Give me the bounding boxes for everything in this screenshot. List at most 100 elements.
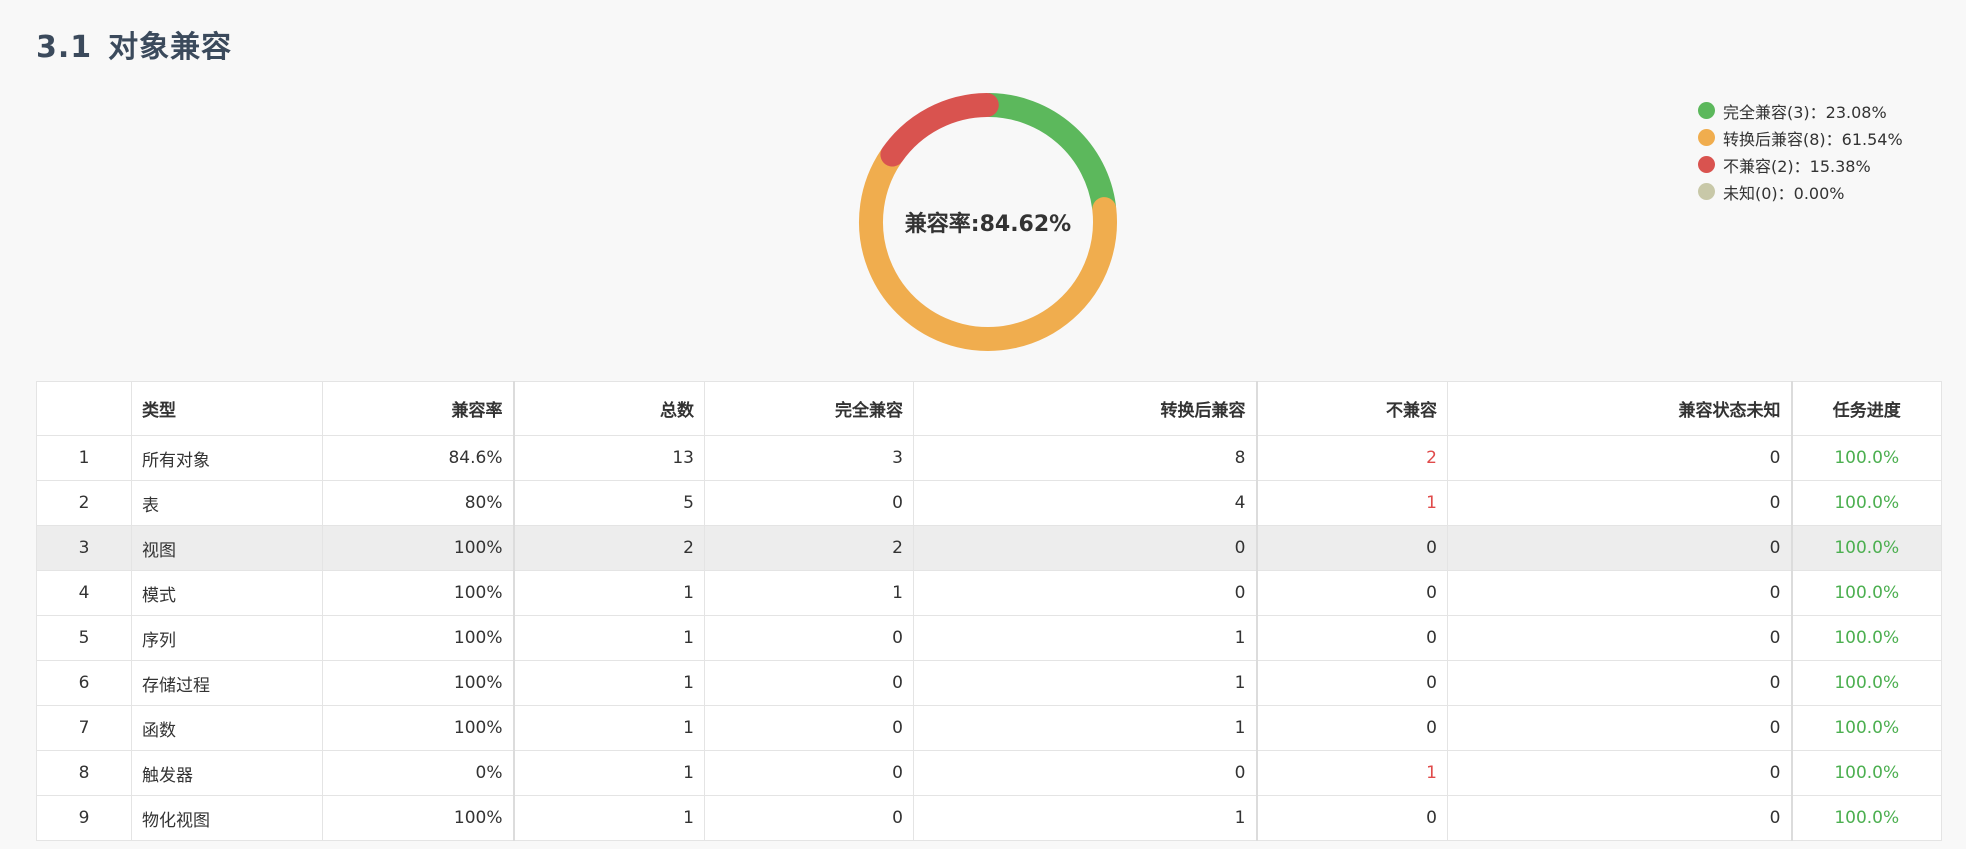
cell-progress: 100.0% bbox=[1790, 750, 1942, 796]
legend-color-dot bbox=[1698, 129, 1715, 146]
cell-index: 8 bbox=[36, 750, 132, 796]
legend-color-dot bbox=[1698, 183, 1715, 200]
legend-item[interactable]: 未知(0)：0.00% bbox=[1698, 178, 1903, 205]
legend-label: 未知(0)：0.00% bbox=[1723, 183, 1845, 203]
cell-full: 1 bbox=[704, 570, 914, 616]
cell-unknown: 0 bbox=[1447, 750, 1792, 796]
table-row: 6 存储过程 100% 1 0 1 0 0 100.0% bbox=[36, 660, 1942, 706]
cell-total: 2 bbox=[512, 525, 705, 571]
cell-index: 4 bbox=[36, 570, 132, 616]
header-type: 类型 bbox=[131, 381, 323, 436]
cell-unknown: 0 bbox=[1447, 660, 1792, 706]
table-row: 8 触发器 0% 1 0 0 1 0 100.0% bbox=[36, 750, 1942, 796]
cell-total: 1 bbox=[512, 660, 705, 706]
cell-type: 物化视图 bbox=[131, 795, 323, 841]
cell-total: 13 bbox=[512, 435, 705, 481]
cell-converted: 1 bbox=[913, 795, 1257, 841]
cell-converted: 0 bbox=[913, 750, 1257, 796]
cell-rate: 84.6% bbox=[322, 435, 514, 481]
cell-converted: 4 bbox=[913, 480, 1257, 526]
cell-converted: 0 bbox=[913, 570, 1257, 616]
cell-unknown: 0 bbox=[1447, 615, 1792, 661]
cell-rate: 100% bbox=[322, 705, 514, 751]
header-rate: 兼容率 bbox=[322, 381, 514, 436]
cell-full: 0 bbox=[704, 615, 914, 661]
cell-rate: 80% bbox=[322, 480, 514, 526]
cell-converted: 1 bbox=[913, 705, 1257, 751]
cell-progress: 100.0% bbox=[1790, 435, 1942, 481]
cell-full: 2 bbox=[704, 525, 914, 571]
cell-type: 模式 bbox=[131, 570, 323, 616]
cell-type: 触发器 bbox=[131, 750, 323, 796]
header-index bbox=[36, 381, 132, 436]
table-row: 9 物化视图 100% 1 0 1 0 0 100.0% bbox=[36, 795, 1942, 841]
cell-full: 0 bbox=[704, 750, 914, 796]
cell-type: 存储过程 bbox=[131, 660, 323, 706]
legend-color-dot bbox=[1698, 156, 1715, 173]
cell-converted: 0 bbox=[913, 525, 1257, 571]
cell-progress: 100.0% bbox=[1790, 570, 1942, 616]
cell-incompatible: 0 bbox=[1255, 615, 1448, 661]
table-row: 5 序列 100% 1 0 1 0 0 100.0% bbox=[36, 615, 1942, 661]
cell-progress: 100.0% bbox=[1790, 615, 1942, 661]
cell-progress: 100.0% bbox=[1790, 660, 1942, 706]
cell-incompatible: 0 bbox=[1255, 795, 1448, 841]
cell-full: 0 bbox=[704, 795, 914, 841]
compatibility-table: 类型 兼容率 总数 完全兼容 转换后兼容 不兼容 兼容状态未知 任务进度 1 所有… bbox=[36, 381, 1942, 841]
cell-type: 表 bbox=[131, 480, 323, 526]
table-row: 2 表 80% 5 0 4 1 0 100.0% bbox=[36, 480, 1942, 526]
cell-incompatible: 2 bbox=[1255, 435, 1448, 481]
cell-type: 函数 bbox=[131, 705, 323, 751]
header-converted: 转换后兼容 bbox=[913, 381, 1257, 436]
cell-unknown: 0 bbox=[1447, 480, 1792, 526]
cell-converted: 1 bbox=[913, 660, 1257, 706]
cell-total: 1 bbox=[512, 615, 705, 661]
legend-color-dot bbox=[1698, 102, 1715, 119]
cell-full: 0 bbox=[704, 480, 914, 526]
cell-index: 7 bbox=[36, 705, 132, 751]
table-row: 3 视图 100% 2 2 0 0 0 100.0% bbox=[36, 525, 1942, 571]
cell-type: 序列 bbox=[131, 615, 323, 661]
cell-type: 所有对象 bbox=[131, 435, 323, 481]
cell-incompatible: 1 bbox=[1255, 480, 1448, 526]
cell-progress: 100.0% bbox=[1790, 525, 1942, 571]
table-row: 1 所有对象 84.6% 13 3 8 2 0 100.0% bbox=[36, 435, 1942, 481]
cell-progress: 100.0% bbox=[1790, 480, 1942, 526]
header-total: 总数 bbox=[512, 381, 705, 436]
cell-unknown: 0 bbox=[1447, 705, 1792, 751]
section-number: 3.1 bbox=[36, 30, 93, 65]
cell-total: 1 bbox=[512, 795, 705, 841]
table-row: 7 函数 100% 1 0 1 0 0 100.0% bbox=[36, 705, 1942, 751]
cell-incompatible: 0 bbox=[1255, 660, 1448, 706]
cell-index: 9 bbox=[36, 795, 132, 841]
cell-total: 1 bbox=[512, 705, 705, 751]
cell-incompatible: 0 bbox=[1255, 705, 1448, 751]
cell-total: 5 bbox=[512, 480, 705, 526]
legend-label: 不兼容(2)：15.38% bbox=[1723, 156, 1871, 176]
cell-progress: 100.0% bbox=[1790, 705, 1942, 751]
cell-unknown: 0 bbox=[1447, 435, 1792, 481]
cell-total: 1 bbox=[512, 570, 705, 616]
header-unknown: 兼容状态未知 bbox=[1447, 381, 1792, 436]
page-title: 3.1 对象兼容 bbox=[36, 22, 232, 66]
header-progress: 任务进度 bbox=[1790, 381, 1942, 436]
compatibility-donut-chart: 兼容率:84.62% bbox=[856, 90, 1120, 354]
cell-index: 3 bbox=[36, 525, 132, 571]
cell-rate: 100% bbox=[322, 525, 514, 571]
cell-full: 0 bbox=[704, 705, 914, 751]
cell-incompatible: 1 bbox=[1255, 750, 1448, 796]
cell-rate: 100% bbox=[322, 615, 514, 661]
legend-item[interactable]: 完全兼容(3)：23.08% bbox=[1698, 97, 1903, 124]
cell-type: 视图 bbox=[131, 525, 323, 571]
legend-label: 完全兼容(3)：23.08% bbox=[1723, 102, 1887, 122]
cell-incompatible: 0 bbox=[1255, 525, 1448, 571]
legend-item[interactable]: 不兼容(2)：15.38% bbox=[1698, 151, 1903, 178]
cell-index: 1 bbox=[36, 435, 132, 481]
cell-rate: 100% bbox=[322, 660, 514, 706]
cell-unknown: 0 bbox=[1447, 795, 1792, 841]
legend-item[interactable]: 转换后兼容(8)：61.54% bbox=[1698, 124, 1903, 151]
cell-rate: 0% bbox=[322, 750, 514, 796]
cell-full: 3 bbox=[704, 435, 914, 481]
cell-progress: 100.0% bbox=[1790, 795, 1942, 841]
cell-rate: 100% bbox=[322, 570, 514, 616]
